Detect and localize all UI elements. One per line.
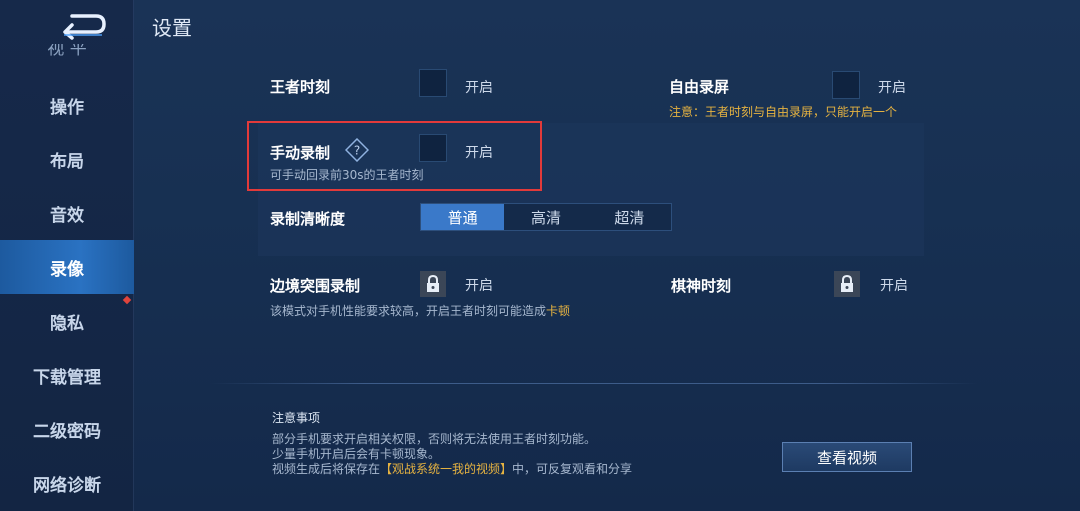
- king-moment-checkbox[interactable]: [419, 69, 447, 97]
- quality-option-ultra[interactable]: 超清: [588, 204, 671, 230]
- free-record-checkbox[interactable]: [832, 71, 860, 99]
- chess-moment-label: 棋神时刻: [671, 277, 732, 295]
- free-record-label: 自由录屏: [669, 78, 730, 96]
- note-line: 视频生成后将保存在【观战系统一我的视频】中，可反复观看和分享: [272, 460, 632, 477]
- sidebar-item-sound[interactable]: 音效: [0, 186, 134, 240]
- sidebar-item-partial[interactable]: 视 平: [0, 44, 134, 62]
- sidebar-item-privacy[interactable]: 隐私: [0, 294, 134, 348]
- border-record-label: 边境突围录制: [270, 277, 361, 295]
- sidebar-item-label: 音效: [50, 205, 84, 226]
- sidebar: 视 平 操作 布局 音效 录像 隐私 下载管理 二级密码 网络诊断: [0, 0, 134, 511]
- sidebar-item-label: 视 平: [47, 44, 87, 59]
- chess-moment-on-text: 开启: [880, 278, 908, 294]
- sidebar-item-recording[interactable]: 录像: [0, 240, 134, 294]
- border-record-on-text: 开启: [465, 278, 493, 294]
- lock-icon: [420, 271, 446, 297]
- quality-option-normal[interactable]: 普通: [421, 204, 505, 230]
- king-moment-label: 王者时刻: [270, 78, 331, 96]
- note-highlight: 【观战系统一我的视频】: [380, 462, 513, 476]
- notice-prefix: 注意：: [669, 105, 706, 119]
- sidebar-item-label: 布局: [50, 151, 84, 172]
- page-title: 设置: [152, 16, 192, 40]
- quality-label: 录制清晰度: [270, 210, 346, 228]
- king-moment-on-text: 开启: [465, 80, 493, 96]
- sidebar-item-label: 下载管理: [33, 367, 101, 388]
- note-text: 视频生成后将保存在: [272, 462, 381, 476]
- sidebar-item-label: 网络诊断: [33, 475, 101, 496]
- highlight-frame: [247, 121, 542, 191]
- free-record-notice: 注意：王者时刻与自由录屏，只能开启一个: [669, 103, 897, 120]
- sidebar-item-layout[interactable]: 布局: [0, 132, 134, 186]
- hint-highlight: 卡顿: [546, 304, 571, 318]
- border-record-hint: 该模式对手机性能要求较高，开启王者时刻可能造成卡顿: [270, 302, 570, 319]
- notes-title: 注意事项: [272, 411, 321, 425]
- quality-segmented-control: 普通 高清 超清: [420, 203, 672, 231]
- free-record-on-text: 开启: [878, 80, 906, 96]
- note-text: 中，可反复观看和分享: [512, 462, 633, 476]
- quality-option-high[interactable]: 高清: [504, 204, 587, 230]
- hint-text: 该模式对手机性能要求较高，开启王者时刻可能造成: [270, 304, 547, 318]
- sidebar-item-controls[interactable]: 操作: [0, 78, 134, 132]
- back-arrow-icon[interactable]: [58, 10, 108, 40]
- notice-body: 王者时刻与自由录屏，: [705, 105, 826, 119]
- notice-highlight: 只能开启一个: [825, 105, 898, 119]
- sidebar-item-label: 二级密码: [33, 421, 101, 442]
- sidebar-item-label: 录像: [50, 259, 84, 280]
- view-video-button[interactable]: 查看视频: [782, 442, 912, 472]
- sidebar-item-secondary-password[interactable]: 二级密码: [0, 402, 134, 456]
- lock-icon: [834, 271, 860, 297]
- sidebar-item-downloads[interactable]: 下载管理: [0, 348, 134, 402]
- sidebar-item-network[interactable]: 网络诊断: [0, 456, 134, 510]
- sidebar-item-label: 操作: [50, 97, 84, 118]
- sidebar-item-label: 隐私: [50, 313, 84, 334]
- section-divider: [210, 383, 978, 384]
